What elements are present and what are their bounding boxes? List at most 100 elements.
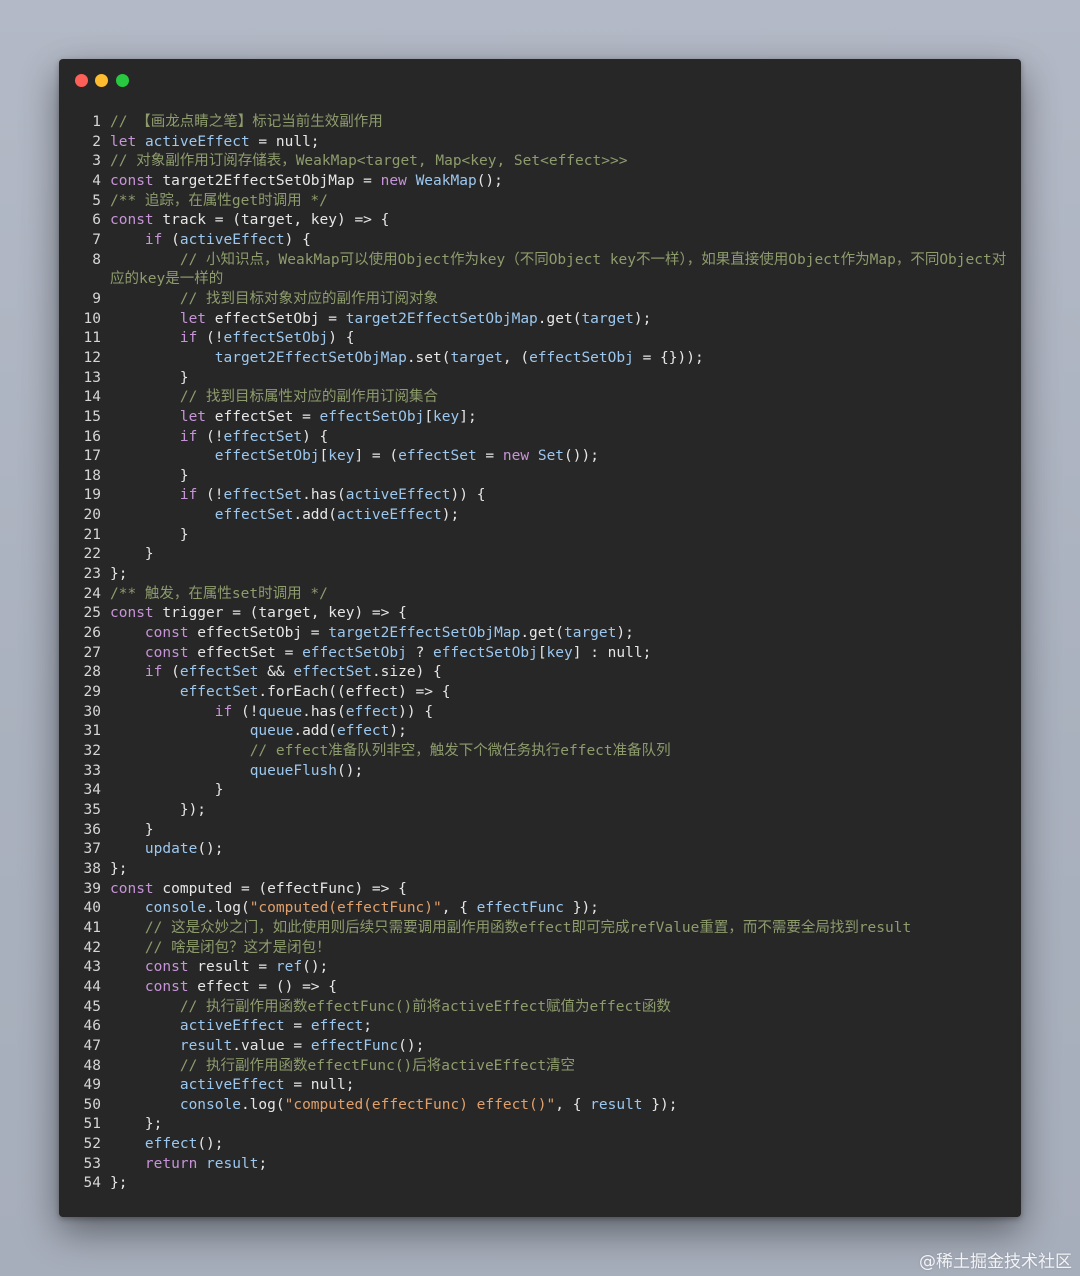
line-number: 39	[83, 880, 101, 897]
code-token: activeEffect	[179, 231, 285, 248]
code-token: /** 触发，在属性set时调用 */	[110, 585, 328, 602]
code-line: 35 });	[73, 801, 1008, 821]
line-number: 29	[83, 684, 101, 701]
code-token: ] = (	[354, 448, 399, 465]
code-token: effect	[337, 723, 390, 740]
line-number: 7	[92, 231, 101, 248]
code-line: 22 }	[73, 545, 1008, 565]
code-token: =	[284, 1018, 311, 1035]
line-number: 4	[92, 172, 101, 189]
code-text: if (!effectSet.has(activeEffect)) {	[110, 486, 1008, 506]
code-token: if	[179, 487, 198, 504]
code-token: console	[179, 1096, 241, 1113]
line-number: 15	[83, 408, 101, 425]
code-line: 46 activeEffect = effect;	[73, 1017, 1008, 1037]
code-line: 1 // 【画龙点睛之笔】标记当前生效副作用	[73, 113, 1008, 133]
code-token: ?	[406, 644, 434, 661]
code-token: // 这是众妙之门，如此使用则后续只需要调用副作用函数effect即可完成ref…	[144, 919, 912, 936]
code-token: effectSetObj =	[188, 625, 329, 642]
code-text: result.value = effectFunc();	[110, 1037, 1008, 1057]
minimize-dot-icon[interactable]	[95, 74, 108, 87]
line-number: 54	[83, 1175, 101, 1192]
watermark: @稀土掘金技术社区	[919, 1252, 1072, 1272]
code-text: const track = (target, key) => {	[110, 211, 1008, 231]
code-text: // 执行副作用函数effectFunc()后将activeEffect清空	[110, 1057, 1008, 1077]
code-token: effectSetObj	[433, 644, 538, 661]
code-token: .size) {	[371, 664, 442, 681]
code-text: const result = ref();	[110, 958, 1008, 978]
code-token: effect	[345, 703, 399, 720]
code-text: // 对象副作用订阅存储表，WeakMap<target, Map<key, S…	[110, 152, 1008, 172]
code-line: 31 queue.add(effect);	[73, 722, 1008, 742]
code-token: queue	[249, 723, 294, 740]
code-block: 1 // 【画龙点睛之笔】标记当前生效副作用 2 let activeEffect =…	[73, 113, 1008, 1194]
line-number: 26	[83, 625, 101, 642]
code-token: );	[616, 625, 634, 642]
code-text: update();	[110, 840, 1008, 860]
code-line: 8 // 小知识点，WeakMap可以使用Object作为key（不同Objec…	[73, 251, 1008, 290]
code-line: 6 const track = (target, key) => {	[73, 211, 1008, 231]
code-text: if (!effectSet) {	[110, 428, 1008, 448]
code-token: Set	[537, 448, 565, 465]
code-token: };	[110, 1116, 163, 1133]
code-token: effectSet	[179, 684, 259, 701]
code-token: effectSet	[179, 664, 259, 681]
code-token: new	[502, 448, 530, 465]
code-text: // 【画龙点睛之笔】标记当前生效副作用	[110, 113, 1008, 133]
code-text: if (!queue.has(effect)) {	[110, 703, 1008, 723]
code-text: }	[110, 781, 1008, 801]
code-token: target	[450, 349, 503, 366]
code-token: ;	[258, 1155, 268, 1172]
code-token: computed = (effectFunc) => {	[153, 880, 407, 897]
line-number: 47	[83, 1037, 101, 1054]
line-number: 24	[83, 585, 101, 602]
code-line: 32 // effect准备队列非空，触发下个微任务执行effect准备队列	[73, 742, 1008, 762]
code-token: target2EffectSetObjMap =	[153, 172, 381, 189]
code-token: ) {	[328, 330, 355, 347]
code-text: effectSetObj[key] = (effectSet = new Set…	[110, 447, 1008, 467]
code-text: effectSet.add(activeEffect);	[110, 506, 1008, 526]
code-line: 11 if (!effectSetObj) {	[73, 329, 1008, 349]
code-line: 14 // 找到目标属性对应的副作用订阅集合	[73, 388, 1008, 408]
code-token: ();	[337, 762, 364, 779]
code-text: // effect准备队列非空，触发下个微任务执行effect准备队列	[110, 742, 1008, 762]
line-number: 1	[92, 114, 101, 130]
code-line: 27 const effectSet = effectSetObj ? effe…	[73, 644, 1008, 664]
code-token: effectSet =	[188, 644, 303, 661]
code-token: = {}));	[633, 349, 704, 366]
code-token: effectSetObj	[214, 448, 320, 465]
code-token: effect	[310, 1018, 364, 1035]
line-number: 37	[83, 841, 101, 858]
code-line: 13 }	[73, 369, 1008, 389]
code-line: 40 console.log("computed(effectFunc)", {…	[73, 899, 1008, 919]
close-dot-icon[interactable]	[75, 74, 88, 87]
code-token: key	[546, 644, 573, 661]
code-line: 43 const result = ref();	[73, 958, 1008, 978]
code-line: 25 const trigger = (target, key) => {	[73, 604, 1008, 624]
line-number: 12	[83, 349, 101, 366]
code-text: // 执行副作用函数effectFunc()前将activeEffect赋值为e…	[110, 998, 1008, 1018]
maximize-dot-icon[interactable]	[116, 74, 129, 87]
code-token: console	[144, 900, 207, 917]
code-text: effectSet.forEach((effect) => {	[110, 683, 1008, 703]
code-token: let	[179, 408, 207, 425]
code-token: ) {	[302, 428, 329, 445]
code-token: );	[389, 723, 407, 740]
code-line: 4 const target2EffectSetObjMap = new Weak…	[73, 172, 1008, 192]
code-text: // 小知识点，WeakMap可以使用Object作为key（不同Object …	[110, 251, 1008, 290]
